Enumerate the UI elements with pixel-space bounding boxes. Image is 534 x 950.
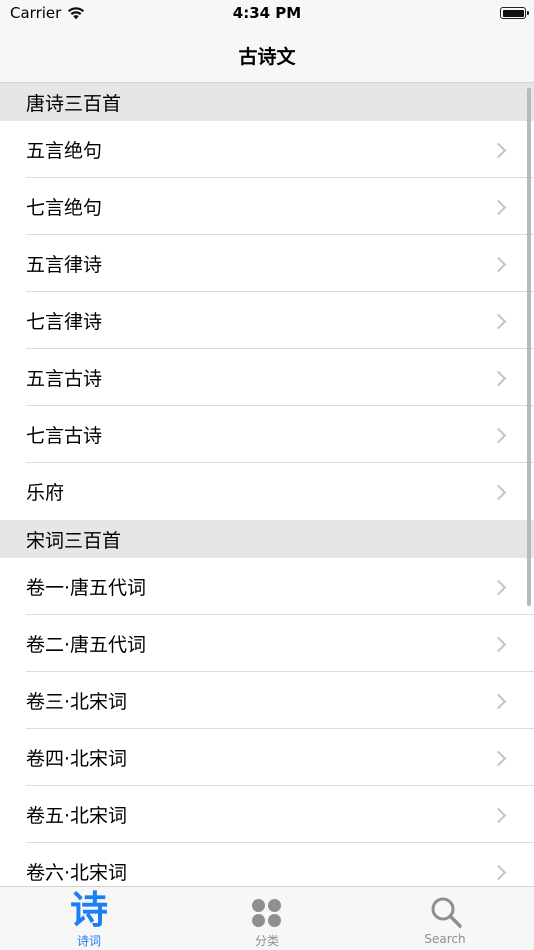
navigation-bar: 古诗文 [0,30,534,83]
row-label: 七言律诗 [26,311,103,333]
chevron-right-icon [490,484,507,500]
table-row[interactable]: 卷二·唐五代词 [0,615,534,672]
table-row[interactable]: 卷三·北宋词 [0,672,534,729]
row-label: 五言律诗 [26,254,103,276]
table-row[interactable]: 乐府 [0,463,534,520]
row-label: 五言古诗 [26,368,103,390]
four-dots-icon [252,899,282,927]
row-label: 乐府 [26,482,65,504]
table-row[interactable]: 卷四·北宋词 [0,729,534,786]
battery-icon [500,7,529,19]
table-view[interactable]: 唐诗三百首 五言绝句 七言绝句 五言律诗 七言律诗 五言古诗 七言古诗 乐府 宋… [0,83,534,886]
chevron-right-icon [490,636,507,652]
row-label: 卷六·北宋词 [26,862,128,884]
tab-shici[interactable]: 诗 诗词 [0,887,178,950]
table-row[interactable]: 卷六·北宋词 [0,843,534,886]
table-row[interactable]: 五言古诗 [0,349,534,406]
table-row[interactable]: 卷五·北宋词 [0,786,534,843]
chevron-right-icon [490,142,507,158]
row-label: 卷一·唐五代词 [26,577,147,599]
row-label: 卷五·北宋词 [26,805,128,827]
chevron-right-icon [490,579,507,595]
shi-character-icon: 诗 [69,888,108,932]
page-title: 古诗文 [238,46,296,68]
table-row[interactable]: 卷一·唐五代词 [0,558,534,615]
row-label: 七言绝句 [26,197,103,219]
table-row[interactable]: 七言律诗 [0,292,534,349]
chevron-right-icon [490,370,507,386]
table-row[interactable]: 五言绝句 [0,121,534,178]
chevron-right-icon [490,313,507,329]
status-time: 4:34 PM [232,4,302,22]
status-bar: Carrier 4:34 PM [0,0,534,30]
table-row[interactable]: 五言律诗 [0,235,534,292]
row-label: 卷四·北宋词 [26,748,128,770]
tab-label: 诗词 [76,934,101,948]
tab-bar: 诗 诗词 分类 Search [0,886,534,950]
row-label: 卷二·唐五代词 [26,634,147,656]
search-icon [431,897,462,928]
tab-fenlei[interactable]: 分类 [178,887,356,950]
tab-label: Search [424,932,466,946]
chevron-right-icon [490,693,507,709]
row-label: 卷三·北宋词 [26,691,128,713]
table-row[interactable]: 七言绝句 [0,178,534,235]
chevron-right-icon [490,807,507,823]
chevron-right-icon [490,864,507,880]
chevron-right-icon [490,256,507,272]
chevron-right-icon [490,427,507,443]
section-header-tang: 唐诗三百首 [0,83,534,121]
chevron-right-icon [490,199,507,215]
section-header-song: 宋词三百首 [0,520,534,558]
table-row[interactable]: 七言古诗 [0,406,534,463]
row-label: 五言绝句 [26,140,103,162]
tab-search[interactable]: Search [356,887,534,950]
vertical-scrollbar[interactable] [527,88,531,606]
row-label: 七言古诗 [26,425,103,447]
tab-label: 分类 [254,934,279,948]
chevron-right-icon [490,750,507,766]
